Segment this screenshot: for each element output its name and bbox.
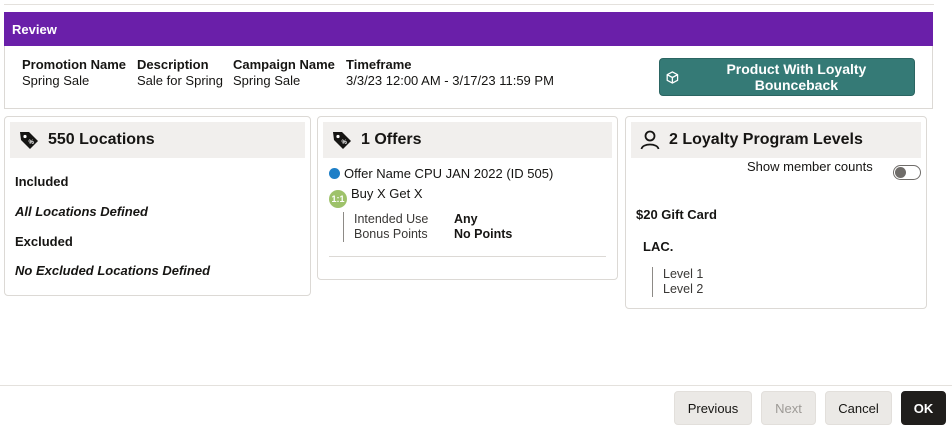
offer-type: Buy X Get X xyxy=(351,186,423,201)
bonus-points-value: No Points xyxy=(454,227,513,241)
ok-button[interactable]: OK xyxy=(901,391,946,425)
previous-button[interactable]: Previous xyxy=(674,391,752,425)
offers-divider xyxy=(329,256,606,257)
cancel-button[interactable]: Cancel xyxy=(825,391,892,425)
intended-use-label: Intended Use xyxy=(354,212,429,226)
offer-name[interactable]: Offer Name CPU JAN 2022 (ID 505) xyxy=(344,166,553,181)
included-label: Included xyxy=(15,174,69,189)
offers-card: % 1 Offers Offer Name CPU JAN 2022 (ID 5… xyxy=(317,116,618,280)
loyalty-level: Level 1 xyxy=(663,267,704,281)
show-member-counts-label: Show member counts xyxy=(747,159,873,174)
offer-tag-icon: % xyxy=(333,132,351,149)
loyalty-reward: $20 Gift Card xyxy=(636,207,717,222)
loyalty-card-header: 2 Loyalty Program Levels xyxy=(631,122,921,158)
locations-card-header: % 550 Locations xyxy=(10,122,305,158)
footer-divider xyxy=(0,385,952,386)
location-tag-icon: % xyxy=(20,132,38,149)
show-member-counts-toggle[interactable] xyxy=(893,165,921,180)
loyalty-title: 2 Loyalty Program Levels xyxy=(669,131,863,148)
campaign-name-value: Spring Sale xyxy=(233,73,301,88)
timeframe-value: 3/3/23 12:00 AM - 3/17/23 11:59 PM xyxy=(346,73,554,88)
review-header: Review xyxy=(4,12,933,46)
promotion-name-label: Promotion Name xyxy=(22,57,127,72)
offer-details: Intended Use Any Bonus Points No Points xyxy=(343,212,512,242)
loyalty-program: LAC. xyxy=(643,239,674,254)
included-value: All Locations Defined xyxy=(15,204,148,219)
campaign-name-label: Campaign Name xyxy=(233,57,335,72)
timeframe-label: Timeframe xyxy=(346,57,412,72)
offers-card-header: % 1 Offers xyxy=(323,122,612,158)
next-button[interactable]: Next xyxy=(761,391,816,425)
svg-text:%: % xyxy=(342,140,348,146)
excluded-value: No Excluded Locations Defined xyxy=(15,263,211,278)
locations-title: 550 Locations xyxy=(48,131,155,148)
top-divider xyxy=(4,4,934,5)
product-loyalty-bounceback-label: Product With Loyalty Bounceback xyxy=(726,61,867,93)
description-field: Description Sale for Spring xyxy=(137,57,223,89)
offer-status-dot-icon xyxy=(329,168,340,179)
review-title: Review xyxy=(12,22,57,37)
loyalty-level: Level 2 xyxy=(663,282,704,296)
intended-use-value: Any xyxy=(454,212,478,226)
buy-x-get-x-icon: 1:1 xyxy=(329,190,347,208)
locations-card: % 550 Locations Included All Locations D… xyxy=(4,116,311,296)
promotion-name-field: Promotion Name Spring Sale xyxy=(22,57,126,89)
campaign-name-field: Campaign Name Spring Sale xyxy=(233,57,335,89)
toggle-knob xyxy=(895,167,906,178)
cube-icon xyxy=(666,70,679,84)
user-icon xyxy=(640,130,660,150)
loyalty-levels: Level 1 Level 2 xyxy=(652,267,703,297)
offer-type-row: 1:1 Buy X Get X xyxy=(329,186,423,208)
bonus-points-label: Bonus Points xyxy=(354,227,428,241)
timeframe-field: Timeframe 3/3/23 12:00 AM - 3/17/23 11:5… xyxy=(346,57,554,89)
description-label: Description xyxy=(137,57,209,72)
product-loyalty-bounceback-button[interactable]: Product With Loyalty Bounceback xyxy=(659,58,915,96)
offer-name-row: Offer Name CPU JAN 2022 (ID 505) xyxy=(329,166,553,181)
promotion-summary: Promotion Name Spring Sale Description S… xyxy=(4,46,933,109)
svg-text:%: % xyxy=(29,140,35,146)
promotion-name-value: Spring Sale xyxy=(22,73,90,88)
excluded-label: Excluded xyxy=(15,234,73,249)
offers-title: 1 Offers xyxy=(361,131,422,148)
description-value: Sale for Spring xyxy=(137,73,223,88)
